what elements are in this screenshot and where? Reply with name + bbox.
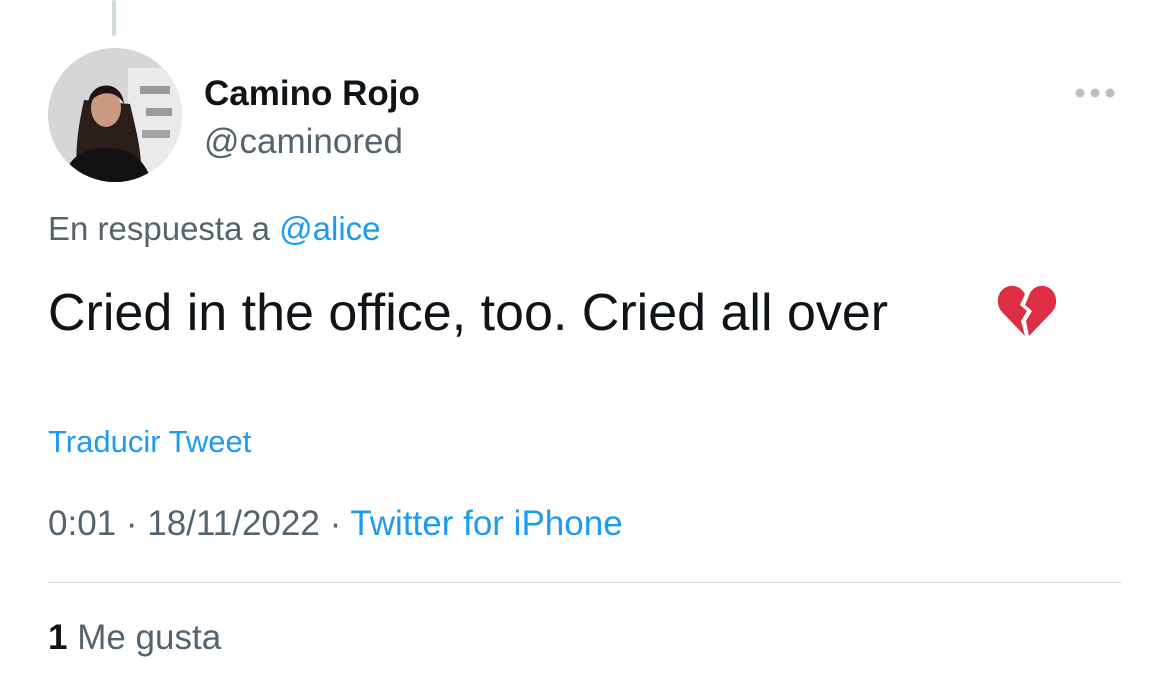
meta-separator: ·	[329, 504, 342, 543]
more-options-icon[interactable]	[1072, 84, 1118, 102]
likes-summary[interactable]: 1 Me gusta	[48, 616, 221, 660]
meta-separator: ·	[125, 504, 138, 543]
likes-count: 1	[48, 618, 68, 657]
tweet-card: Camino Rojo @caminored En respuesta a @a…	[0, 0, 1170, 678]
avatar-photo	[48, 48, 182, 182]
translate-tweet-link[interactable]: Traducir Tweet	[48, 422, 251, 462]
tweet-meta: 0:01 · 18/11/2022 · Twitter for iPhone	[48, 502, 623, 546]
broken-heart-icon	[996, 280, 1058, 342]
tweet-text: Cried in the office, too. Cried all over	[48, 284, 889, 342]
author-handle[interactable]: @caminored	[204, 120, 403, 164]
reply-prefix: En respuesta a	[48, 210, 270, 247]
divider	[48, 582, 1122, 583]
tweet-time[interactable]: 0:01	[48, 504, 116, 543]
tweet-source-link[interactable]: Twitter for iPhone	[350, 504, 622, 543]
reply-to-handle-link[interactable]: @alice	[279, 210, 380, 247]
tweet-date[interactable]: 18/11/2022	[147, 504, 320, 543]
thread-connector-line	[112, 0, 116, 36]
author-display-name[interactable]: Camino Rojo	[204, 72, 420, 116]
avatar[interactable]	[48, 48, 182, 182]
likes-label: Me gusta	[77, 618, 222, 657]
reply-context: En respuesta a @alice	[48, 208, 381, 250]
